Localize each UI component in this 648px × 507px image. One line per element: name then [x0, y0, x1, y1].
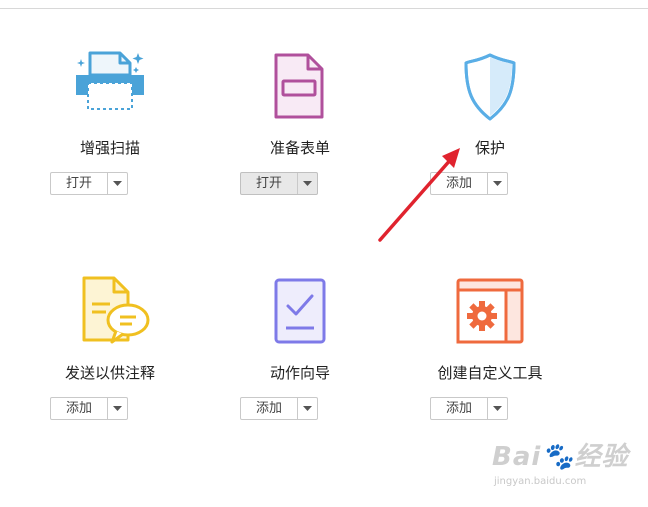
open-button-label[interactable]: 打开 [241, 173, 298, 194]
action-wizard-icon[interactable] [260, 270, 340, 350]
baidu-jingyan-watermark: Bai🐾经验 jingyan.baidu.com [492, 436, 642, 496]
top-divider [0, 8, 648, 9]
open-button-label[interactable]: 打开 [51, 173, 108, 194]
tool-label: 动作向导 [269, 364, 330, 382]
protect-shield-icon[interactable] [450, 45, 530, 125]
tool-label: 创建自定义工具 [437, 364, 543, 382]
annotation-arrow-icon [378, 148, 460, 242]
create-custom-tool-icon[interactable] [450, 270, 530, 350]
add-button-label[interactable]: 添加 [431, 398, 488, 419]
enhance-scan-icon[interactable] [70, 45, 150, 125]
tool-label: 准备表单 [269, 139, 330, 157]
open-button[interactable]: 打开 [240, 172, 318, 195]
open-button[interactable]: 打开 [50, 172, 128, 195]
add-button[interactable]: 添加 [430, 397, 508, 420]
add-button-label[interactable]: 添加 [51, 398, 108, 419]
dropdown-arrow-icon[interactable] [108, 173, 127, 194]
dropdown-arrow-icon[interactable] [488, 173, 507, 194]
add-button[interactable]: 添加 [50, 397, 128, 420]
dropdown-arrow-icon[interactable] [108, 398, 127, 419]
dropdown-arrow-icon[interactable] [488, 398, 507, 419]
add-button-label[interactable]: 添加 [241, 398, 298, 419]
watermark-url: jingyan.baidu.com [494, 476, 587, 487]
watermark-logo: Bai🐾经验 [492, 442, 629, 472]
dropdown-arrow-icon[interactable] [298, 173, 317, 194]
send-for-comments-icon[interactable] [70, 270, 150, 350]
dropdown-arrow-icon[interactable] [298, 398, 317, 419]
prepare-form-icon[interactable] [260, 45, 340, 125]
add-button[interactable]: 添加 [240, 397, 318, 420]
tool-label: 发送以供注释 [64, 364, 155, 382]
tool-label: 增强扫描 [79, 139, 140, 157]
